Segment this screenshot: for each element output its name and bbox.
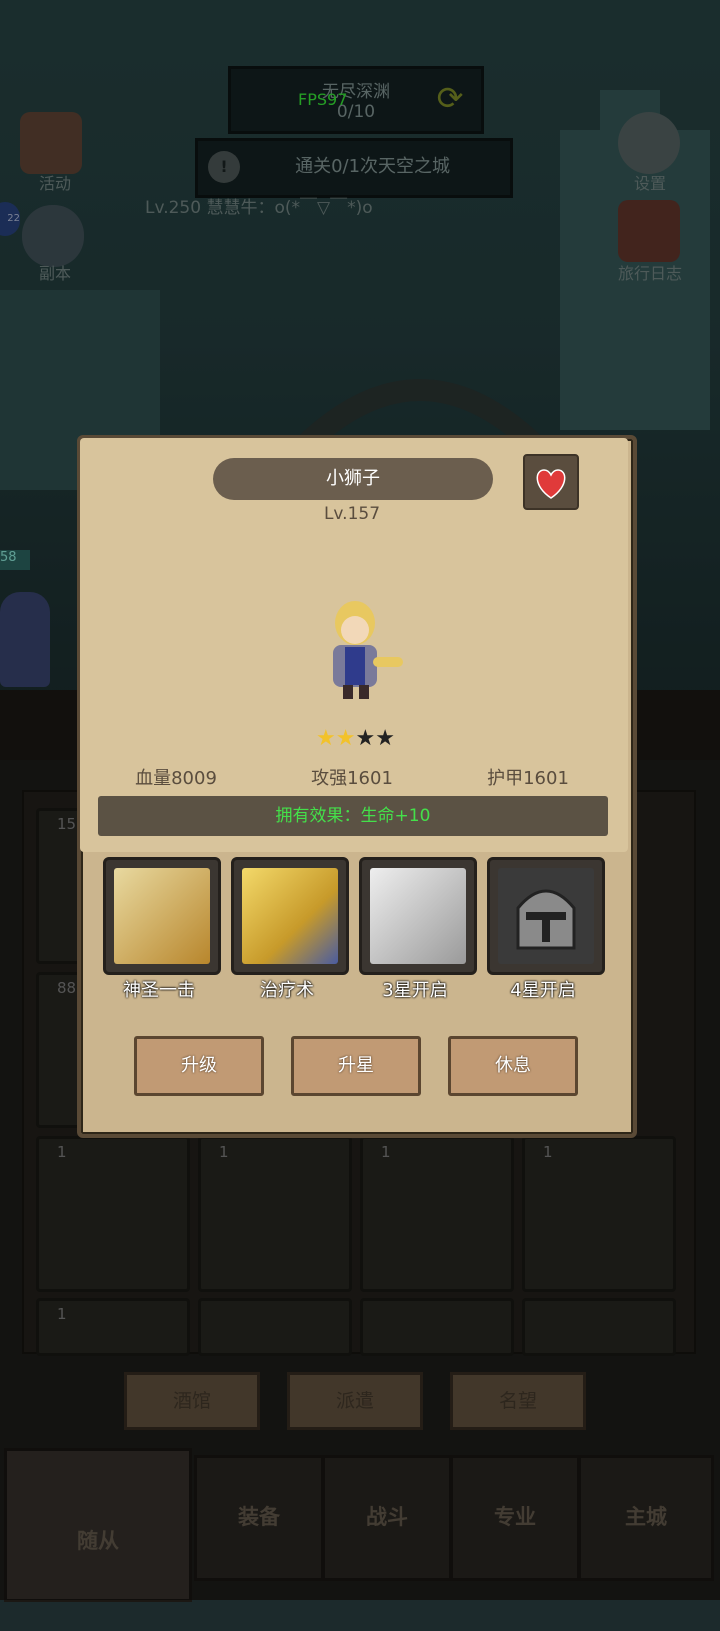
companion-name: 小狮子 — [213, 458, 493, 500]
skill-label-heal: 治疗术 — [260, 980, 314, 1001]
skill-slot-locked-4star[interactable] — [487, 857, 605, 975]
knight-helmet-icon — [498, 868, 594, 964]
knight-hero-portrait — [333, 601, 403, 699]
skill-slot-locked-3star[interactable] — [359, 857, 477, 975]
upgrade-button[interactable]: 升级 — [134, 1036, 264, 1096]
skill-slot-heal[interactable] — [231, 857, 349, 975]
healing-hand-icon — [242, 868, 338, 964]
favorite-button[interactable] — [523, 454, 579, 510]
owned-effect-bar: 拥有效果：生命+10 — [98, 796, 608, 836]
star-empty-icon: ★ — [355, 726, 376, 751]
star-empty-icon: ★ — [375, 726, 395, 751]
stat-hp: 血量8009 — [135, 768, 217, 789]
star-up-button[interactable]: 升星 — [291, 1036, 421, 1096]
rest-button[interactable]: 休息 — [448, 1036, 578, 1096]
stat-armor: 护甲1601 — [487, 768, 569, 789]
heart-icon — [536, 469, 566, 499]
holy-hammer-icon — [114, 868, 210, 964]
star-filled-icon: ★ — [335, 726, 356, 751]
skill-label-holy-strike: 神圣一击 — [123, 980, 195, 1001]
companion-level: Lv.157 — [323, 504, 381, 524]
star-rating: ★★★★ — [316, 726, 396, 751]
helmet-shape-icon — [516, 889, 576, 950]
stat-attack: 攻强1601 — [311, 768, 393, 789]
star-filled-icon: ★ — [316, 726, 336, 751]
locked-blade-icon — [370, 868, 466, 964]
skill-label-4star: 4星开启 — [510, 980, 576, 1001]
skill-label-3star: 3星开启 — [382, 980, 448, 1001]
skill-slot-holy-strike[interactable] — [103, 857, 221, 975]
